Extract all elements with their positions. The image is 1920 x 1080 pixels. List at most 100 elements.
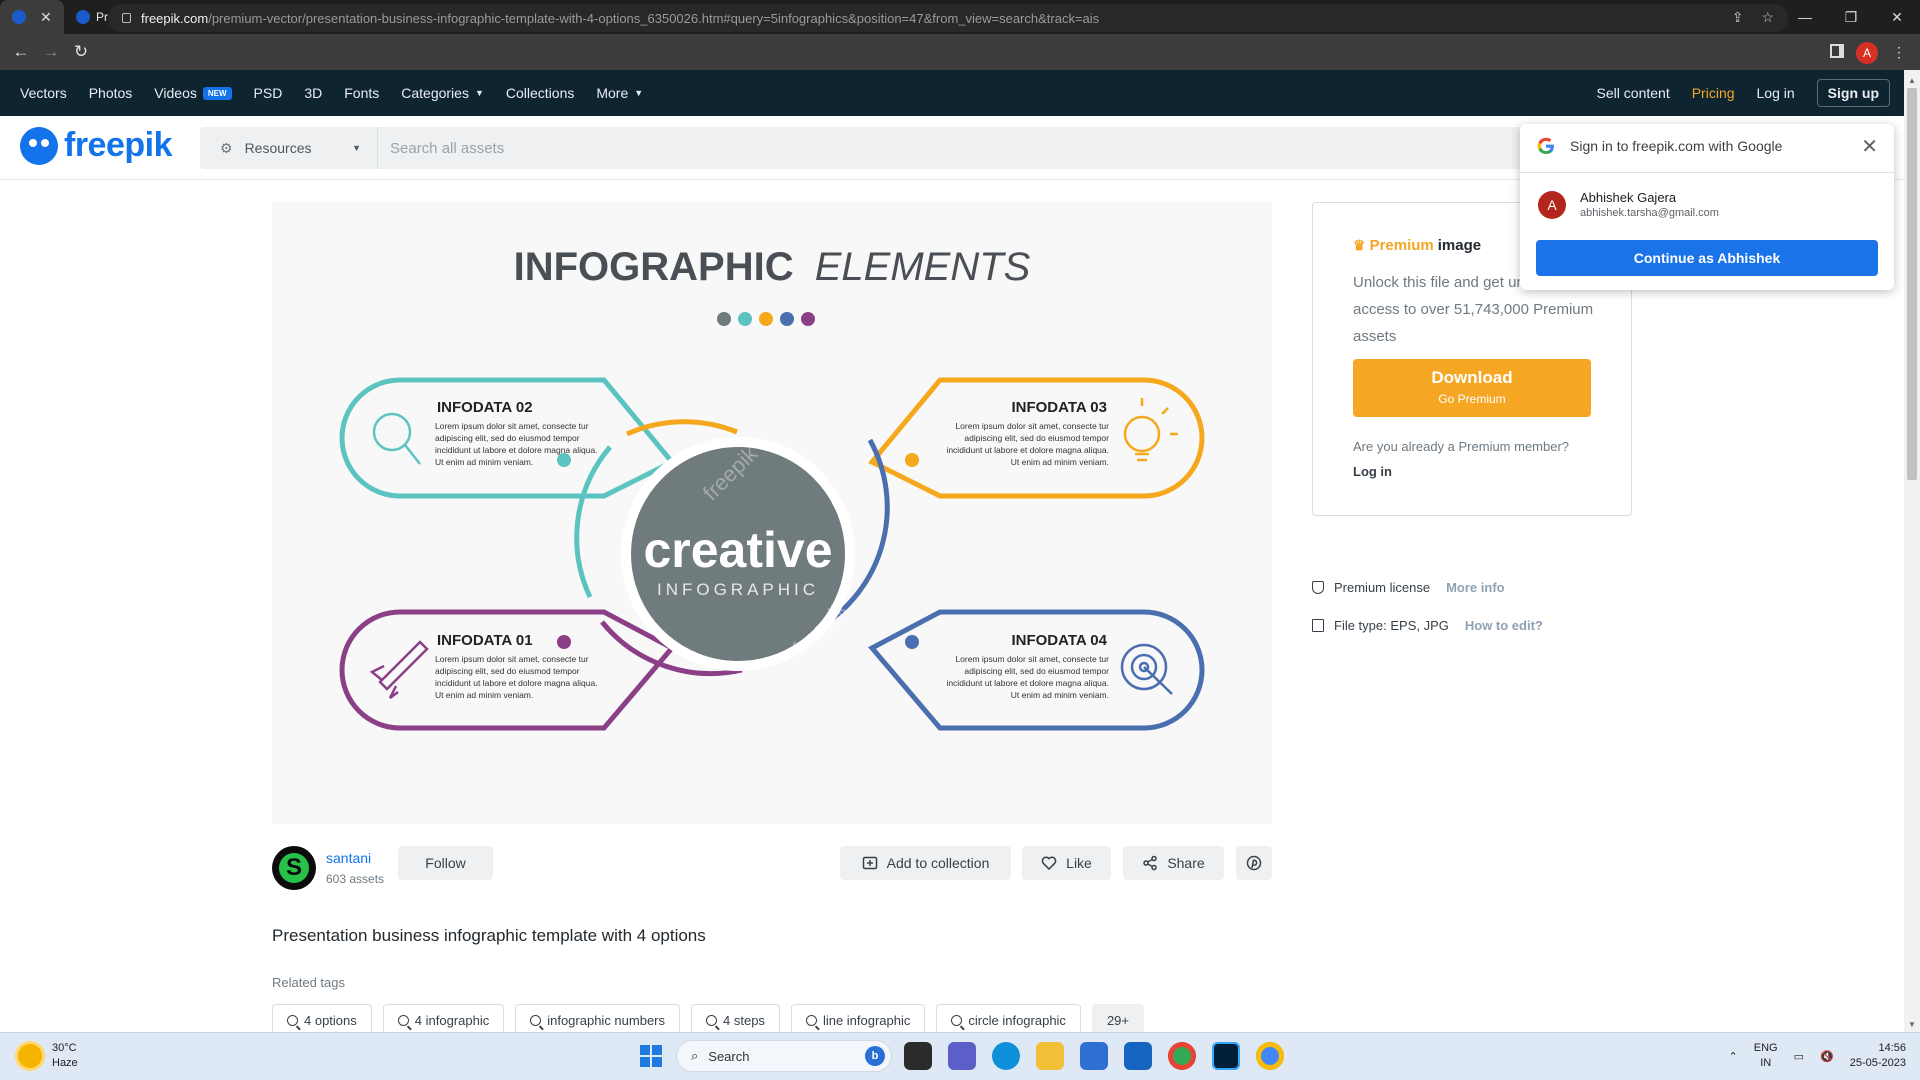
- weather-widget[interactable]: 30°C Haze: [18, 1041, 78, 1071]
- tab-close-icon[interactable]: ✕: [40, 9, 52, 26]
- windows-taskbar: 30°C Haze ⌕ Search b ⌃ ENG IN ▭ 🔇 14:56 …: [0, 1032, 1920, 1080]
- related-tag-label: infographic numbers: [547, 1012, 666, 1028]
- author-avatar[interactable]: S: [272, 846, 316, 890]
- nav-item-label: Vectors: [20, 85, 67, 101]
- close-icon[interactable]: ✕: [1861, 134, 1878, 159]
- language-indicator[interactable]: ENG IN: [1754, 1041, 1778, 1071]
- taskbar-search[interactable]: ⌕ Search b: [676, 1040, 892, 1072]
- signup-button[interactable]: Sign up: [1816, 79, 1890, 107]
- restore-button[interactable]: ❐: [1828, 0, 1874, 34]
- minimize-button[interactable]: —: [1782, 0, 1828, 34]
- file-explorer-icon[interactable]: [1036, 1042, 1064, 1070]
- infodata-04-label: INFODATA 04: [1011, 632, 1107, 649]
- nav-item-3d[interactable]: 3D: [304, 85, 322, 101]
- nav-item-label: Videos: [154, 85, 197, 101]
- search-input[interactable]: Search all assets: [378, 140, 504, 157]
- infographic-svg: INFOGRAPHIC ELEMENTS creative INFOGRAPHI…: [339, 245, 1205, 731]
- forward-arrow-icon[interactable]: →: [36, 42, 66, 62]
- lock-icon[interactable]: [122, 13, 131, 23]
- lang-code: ENG: [1753, 1042, 1778, 1054]
- infodata-01-label: INFODATA 01: [437, 632, 533, 649]
- bing-icon[interactable]: b: [865, 1046, 885, 1066]
- scroll-down-arrow-icon[interactable]: ▼: [1904, 1016, 1920, 1032]
- browser-menu-icon[interactable]: ⋮: [1892, 44, 1906, 61]
- author-block[interactable]: S santani 603 assets: [272, 846, 384, 890]
- side-panel-icon[interactable]: [1830, 44, 1844, 58]
- browser-tab[interactable]: ✕: [0, 0, 64, 34]
- nav-item-psd[interactable]: PSD: [254, 85, 283, 101]
- asset-preview-image[interactable]: INFOGRAPHIC ELEMENTS creative INFOGRAPHI…: [272, 202, 1272, 824]
- shield-check-icon: [1312, 581, 1324, 594]
- login-link[interactable]: Log in: [1757, 85, 1795, 101]
- scroll-up-arrow-icon[interactable]: ▲: [1904, 72, 1920, 88]
- download-go-premium-button[interactable]: Download Go Premium: [1353, 359, 1591, 417]
- google-account-email: abhishek.tarsha@gmail.com: [1580, 207, 1719, 219]
- target-icon: [1120, 643, 1173, 695]
- system-clock[interactable]: 14:56 25-05-2023: [1850, 1041, 1906, 1071]
- like-button[interactable]: Like: [1022, 846, 1111, 880]
- chevron-down-icon: ▼: [634, 88, 644, 98]
- pricing-link[interactable]: Pricing: [1692, 85, 1735, 101]
- pinterest-button[interactable]: [1236, 846, 1272, 880]
- teams-icon[interactable]: [948, 1042, 976, 1070]
- google-popup-divider: [1520, 172, 1894, 173]
- continue-as-button[interactable]: Continue as Abhishek: [1536, 240, 1878, 276]
- author-meta: santani 603 assets: [326, 850, 384, 886]
- freepik-logo-text: freepik: [64, 126, 173, 164]
- search-icon: [287, 1014, 298, 1026]
- volume-muted-icon[interactable]: 🔇: [1820, 1050, 1834, 1063]
- color-dot: [801, 312, 815, 326]
- task-view-icon[interactable]: [904, 1042, 932, 1070]
- share-button[interactable]: Share: [1123, 846, 1224, 880]
- freepik-logo[interactable]: freepik: [20, 126, 173, 165]
- windows-start-icon[interactable]: [640, 1045, 662, 1067]
- infodata-02-label: INFODATA 02: [437, 399, 533, 416]
- back-arrow-icon[interactable]: ←: [6, 42, 36, 62]
- add-to-collection-button[interactable]: Add to collection: [840, 846, 1011, 880]
- nav-item-categories[interactable]: Categories ▼: [401, 85, 484, 101]
- google-signin-popup: Sign in to freepik.com with Google ✕ A A…: [1520, 124, 1894, 290]
- sell-content-link[interactable]: Sell content: [1597, 85, 1670, 101]
- resources-dropdown[interactable]: ⚙ Resources ▼: [200, 127, 378, 169]
- close-window-button[interactable]: ✕: [1874, 0, 1920, 34]
- nav-item-photos[interactable]: Photos: [89, 85, 133, 101]
- chevron-down-icon: ▼: [352, 143, 361, 153]
- tray-chevron-icon[interactable]: ⌃: [1729, 1050, 1738, 1063]
- author-avatar-glyph: S: [285, 854, 302, 881]
- omnibox-url-field[interactable]: freepik.com/premium-vector/presentation-…: [108, 4, 1788, 32]
- google-account-row[interactable]: A Abhishek Gajera abhishek.tarsha@gmail.…: [1538, 190, 1719, 219]
- chrome-icon[interactable]: [1168, 1042, 1196, 1070]
- chrome-profile-icon[interactable]: [1256, 1042, 1284, 1070]
- nav-item-label: Photos: [88, 85, 133, 101]
- more-info-link[interactable]: More info: [1446, 580, 1505, 595]
- network-icon[interactable]: ▭: [1794, 1050, 1804, 1063]
- mail-icon[interactable]: [1124, 1042, 1152, 1070]
- clock-time: 14:56: [1878, 1042, 1906, 1054]
- nav-item-vectors[interactable]: Vectors: [20, 85, 67, 101]
- search-bar: ⚙ Resources ▼ Search all assets: [200, 127, 1530, 169]
- browser-profile-avatar[interactable]: A: [1856, 42, 1878, 64]
- premium-login-link[interactable]: Log in: [1353, 464, 1392, 479]
- bookmark-star-icon[interactable]: ☆: [1761, 9, 1774, 26]
- search-icon: [951, 1014, 963, 1026]
- color-dot: [759, 312, 773, 326]
- premium-member-question: Are you already a Premium member?: [1353, 439, 1570, 454]
- share-page-icon[interactable]: ⇪: [1732, 9, 1744, 26]
- nav-item-more[interactable]: More ▼: [596, 85, 643, 101]
- nav-item-fonts[interactable]: Fonts: [344, 85, 379, 101]
- follow-button[interactable]: Follow: [398, 846, 493, 880]
- license-row: Premium license More info: [1312, 580, 1505, 595]
- region-code: IN: [1760, 1057, 1772, 1069]
- file-icon: [1312, 619, 1324, 632]
- related-tag-label: line infographic: [822, 1012, 911, 1028]
- edge-icon[interactable]: [992, 1042, 1020, 1070]
- author-name[interactable]: santani: [326, 850, 384, 866]
- store-icon[interactable]: [1080, 1042, 1108, 1070]
- nav-item-collections[interactable]: Collections: [506, 85, 574, 101]
- lightbulb-icon: [1123, 398, 1178, 462]
- reload-icon[interactable]: ↻: [66, 42, 96, 62]
- how-to-edit-link[interactable]: How to edit?: [1465, 618, 1543, 633]
- scrollbar-thumb[interactable]: [1907, 88, 1917, 480]
- nav-item-videos[interactable]: Videos NEW: [154, 85, 232, 101]
- photoshop-icon[interactable]: [1212, 1042, 1240, 1070]
